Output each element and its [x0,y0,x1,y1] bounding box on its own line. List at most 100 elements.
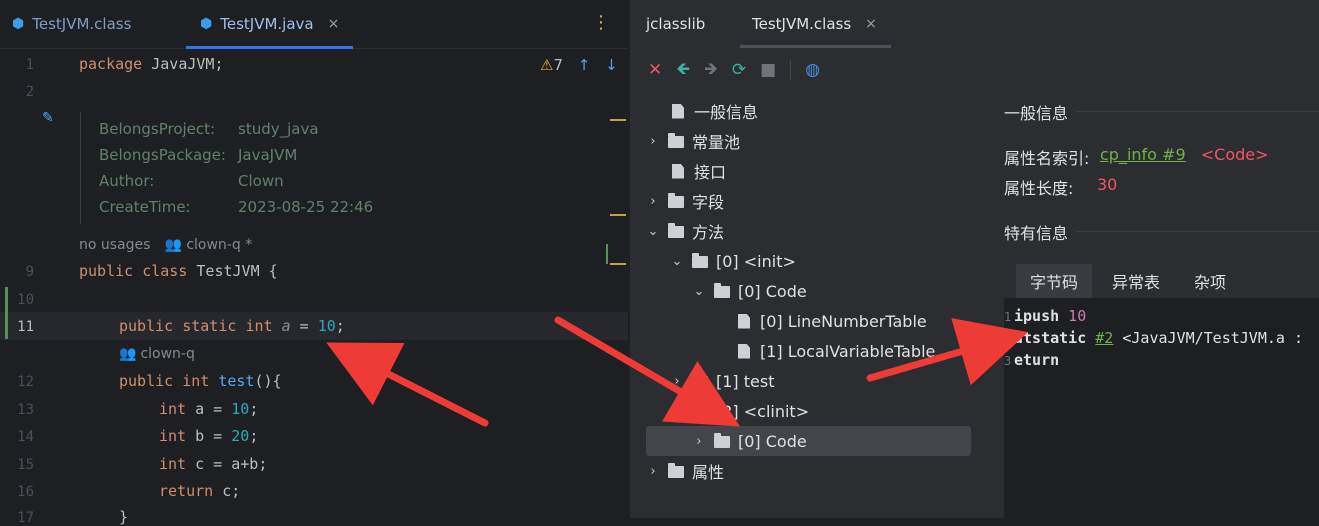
line-number: 15 [17,457,34,473]
jclasslib-toolbar: ✕ 🡸 🡺 ⟳ ■ ◍ [648,56,820,84]
attr-name-resolved: <Code> [1200,145,1269,164]
tab-testjvm-class[interactable]: ⬢ TestJVM.class [12,0,131,48]
tab-testjvm-java[interactable]: ⬢ TestJVM.java × [186,0,354,49]
code-line-13[interactable]: int a = 10; [159,400,258,418]
specific-info-title: 特有信息 [1004,224,1069,243]
scroll-mark [606,244,608,264]
doc-key: BelongsProject: [99,120,216,138]
attr-name-label: 属性名索引: [1004,149,1090,168]
bytecode-line: 1 ipush 10 [1004,307,1087,325]
line-number: 16 [17,484,34,500]
folder-icon [714,283,730,298]
chevron-down-icon[interactable]: ⌄ [692,284,706,299]
line-number: 2 [25,84,34,100]
globe-icon[interactable]: ◍ [805,60,820,80]
tree-item-method-init[interactable]: ⌄ [0] <init> [670,246,796,276]
doc-value: JavaJVM [238,146,298,164]
tree-item-interfaces[interactable]: 接口 [650,156,726,186]
bytecode-tab-bar: 字节码 异常表 杂项 [1016,264,1246,300]
doc-value: study_java [238,120,319,138]
line-number: 11 [17,319,34,335]
close-icon[interactable]: × [865,16,877,32]
tab-jclasslib[interactable]: jclasslib [646,0,705,48]
warning-icon: ⚠ [540,56,554,74]
file-icon [672,163,684,179]
general-info-title: 一般信息 [1004,104,1069,123]
tree-item-init-code[interactable]: ⌄ [0] Code [692,276,807,306]
scroll-mark [610,263,626,265]
more-menu-icon[interactable]: ⋮ [592,12,610,33]
tab-misc[interactable]: 杂项 [1180,264,1240,298]
save-icon[interactable]: ■ [760,60,776,80]
toolbar-separator [790,60,792,80]
inspection-widget[interactable]: ⚠7 ↑ ↓ [540,56,618,74]
arrow-down-icon[interactable]: ↓ [605,56,618,74]
tab-testjvm-class-bytecode[interactable]: TestJVM.class × [740,0,891,48]
attr-length-label: 属性长度: [1004,179,1074,198]
tree-item-line-number-table[interactable]: [0] LineNumberTable [716,306,927,336]
chevron-right-icon[interactable]: › [692,434,706,449]
chevron-down-icon[interactable]: ⌄ [670,254,684,269]
code-line-15[interactable]: int c = a+b; [159,455,267,473]
tree-item-clinit-code[interactable]: › [0] Code [692,426,806,456]
attr-length-value: 30 [1097,175,1118,194]
code-line-14[interactable]: int b = 20; [159,427,258,445]
code-line-1[interactable]: package JavaJVM; [79,55,224,73]
file-icon [738,343,750,359]
code-line-16[interactable]: return c; [159,482,240,500]
chevron-down-icon[interactable]: ⌄ [670,404,684,419]
file-icon [738,313,750,329]
refresh-icon[interactable]: ⟳ [732,60,746,80]
doc-key: CreateTime: [99,198,191,216]
code-line-17[interactable]: } [119,508,128,526]
tree-item-attributes[interactable]: › 属性 [646,456,724,486]
line-number: 14 [17,429,34,445]
tab-bytecode[interactable]: 字节码 [1016,264,1093,300]
forward-arrow-icon[interactable]: 🡺 [704,56,718,85]
people-icon: 👥 [164,237,183,253]
code-line-11[interactable]: public static int a = 10; [119,317,345,335]
cp-info-link[interactable]: cp_info #9 [1100,145,1186,164]
doc-value: 2023-08-25 22:46 [238,198,374,216]
edit-pencil-icon[interactable]: ✎ [42,110,54,126]
jclasslib-tab-bar: jclasslib TestJVM.class × [630,0,1319,48]
tree-item-method-test[interactable]: › [1] test [670,366,774,396]
class-file-icon: ⬢ [12,16,25,32]
chevron-down-icon[interactable]: ⌄ [646,224,660,239]
chevron-right-icon[interactable]: › [646,194,660,209]
code-line-9[interactable]: public class TestJVM { [79,262,278,280]
chevron-right-icon[interactable]: › [646,464,660,479]
scroll-mark [610,119,626,121]
line-number: 10 [17,292,34,308]
close-icon[interactable]: × [328,16,340,32]
arrow-up-icon[interactable]: ↑ [578,56,591,74]
tree-item-methods[interactable]: ⌄ 方法 [646,216,724,246]
editor-tab-bar: ⬢ TestJVM.class ⬢ TestJVM.java × ⋮ [0,0,628,49]
tree-item-constant-pool[interactable]: › 常量池 [646,126,740,156]
file-icon [672,103,684,119]
folder-icon [668,223,684,238]
tab-exception-table[interactable]: 异常表 [1098,264,1174,298]
code-line-12[interactable]: public int test(){ [119,372,282,390]
folder-icon [668,463,684,478]
folder-icon [668,133,684,148]
back-arrow-icon[interactable]: 🡸 [676,56,690,85]
close-icon[interactable]: ✕ [648,60,662,80]
scroll-mark [610,214,626,216]
tree-item-general-info[interactable]: 一般信息 [650,96,758,126]
folder-icon [692,253,708,268]
bytecode-line: 3 eturn [1004,351,1060,369]
code-vision-hint[interactable]: 👥 clown-q [119,346,195,362]
people-icon: 👥 [119,346,137,362]
attr-name-value: cp_info #9 <Code> [1100,145,1269,164]
chevron-right-icon[interactable]: › [670,374,684,389]
doc-value: Clown [238,172,284,190]
doc-key: BelongsPackage: [99,146,226,164]
tree-item-method-clinit[interactable]: ⌄ [2] <clinit> [670,396,810,426]
doc-key: Author: [99,172,155,190]
folder-icon [714,433,730,448]
tree-item-fields[interactable]: › 字段 [646,186,724,216]
chevron-right-icon[interactable]: › [646,134,660,149]
tree-item-local-variable-table[interactable]: [1] LocalVariableTable [716,336,935,366]
code-vision-hint[interactable]: no usages 👥 clown-q * [79,237,252,253]
